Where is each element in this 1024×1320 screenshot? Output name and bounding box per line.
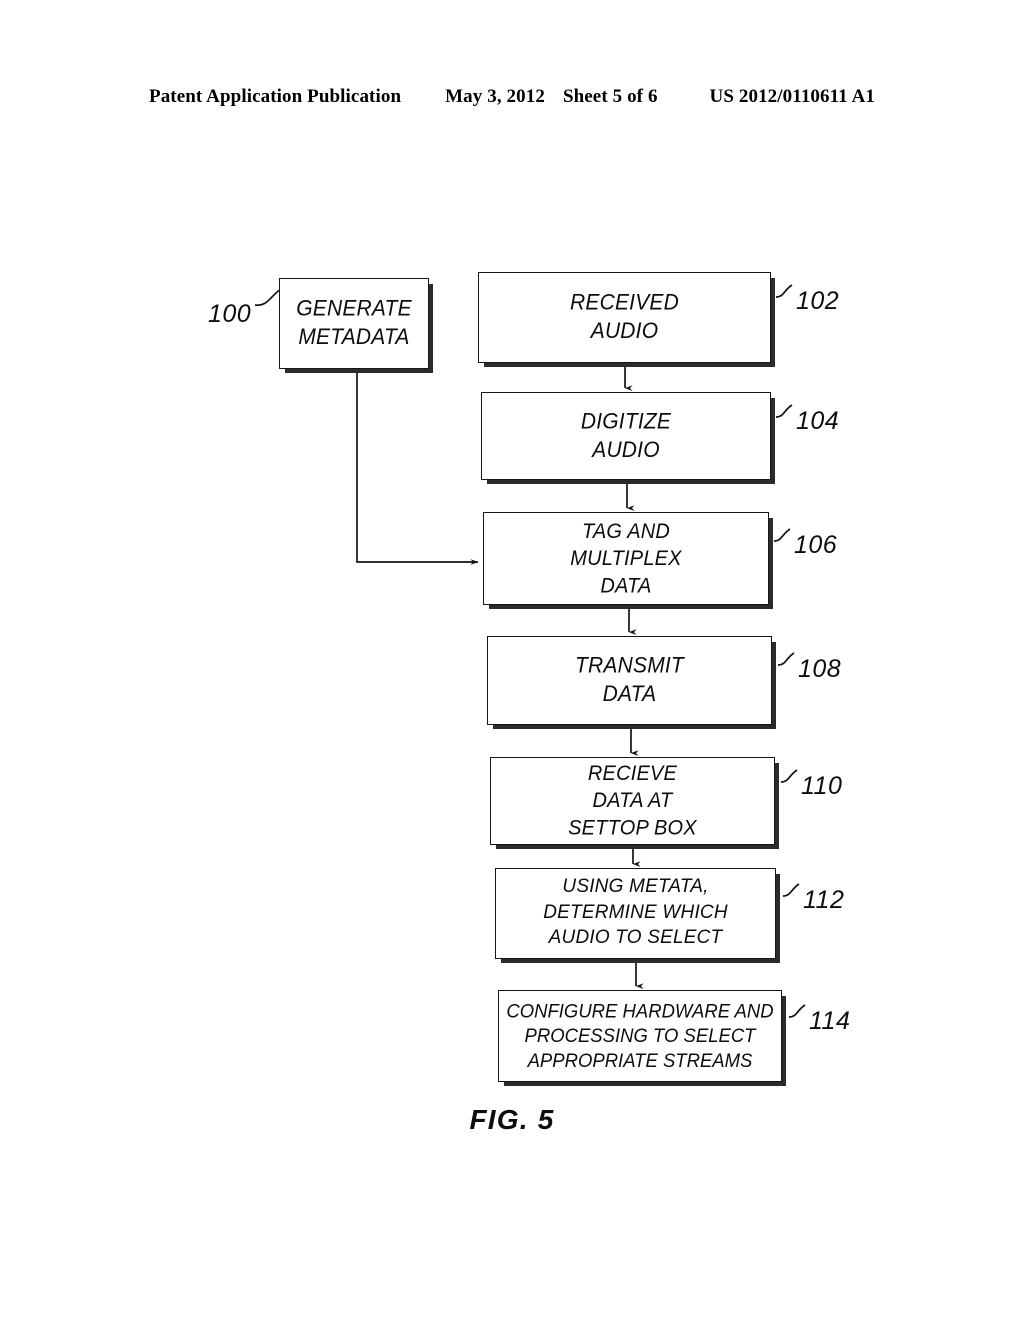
flow-box-label: TAG AND MULTIPLEX DATA — [570, 520, 682, 597]
flow-box-generate-metadata: GENERATE METADATA — [279, 278, 429, 369]
flow-box-label: RECEIVED AUDIO — [570, 291, 679, 344]
reference-numeral-110: 110 — [801, 772, 843, 800]
flow-box-transmit-data: TRANSMIT DATA — [487, 636, 772, 725]
flow-box-label: USING METATA, DETERMINE WHICH AUDIO TO S… — [543, 876, 728, 950]
flow-box-receive-data-at-settop-box: RECIEVE DATA AT SETTOP BOX — [490, 757, 775, 845]
reference-numeral-100: 100 — [208, 300, 252, 328]
figure-caption: FIG. 5 — [469, 1104, 555, 1135]
flow-box-label: GENERATE METADATA — [296, 297, 412, 350]
reference-numeral-104: 104 — [796, 407, 840, 435]
reference-numeral-106: 106 — [794, 531, 838, 559]
reference-numeral-112: 112 — [803, 886, 845, 914]
flow-box-digitize-audio: DIGITIZE AUDIO — [481, 392, 771, 480]
flow-box-label: DIGITIZE AUDIO — [580, 409, 672, 462]
flow-box-label: RECIEVE DATA AT SETTOP BOX — [568, 762, 697, 840]
patent-figure: GENERATE METADATA RECEIVED AUDIO DIGITIZ… — [0, 0, 1024, 1320]
flow-box-configure-hardware: CONFIGURE HARDWARE AND PROCESSING TO SEL… — [498, 990, 782, 1082]
flow-box-label: TRANSMIT DATA — [575, 654, 684, 707]
flow-box-tag-and-multiplex-data: TAG AND MULTIPLEX DATA — [483, 512, 769, 605]
flow-box-received-audio: RECEIVED AUDIO — [478, 272, 771, 363]
reference-numeral-108: 108 — [798, 655, 842, 683]
reference-numeral-114: 114 — [809, 1007, 851, 1035]
flow-box-determine-audio-selection: USING METATA, DETERMINE WHICH AUDIO TO S… — [495, 868, 776, 959]
reference-numeral-102: 102 — [796, 287, 840, 315]
flow-box-label: CONFIGURE HARDWARE AND PROCESSING TO SEL… — [506, 999, 774, 1072]
